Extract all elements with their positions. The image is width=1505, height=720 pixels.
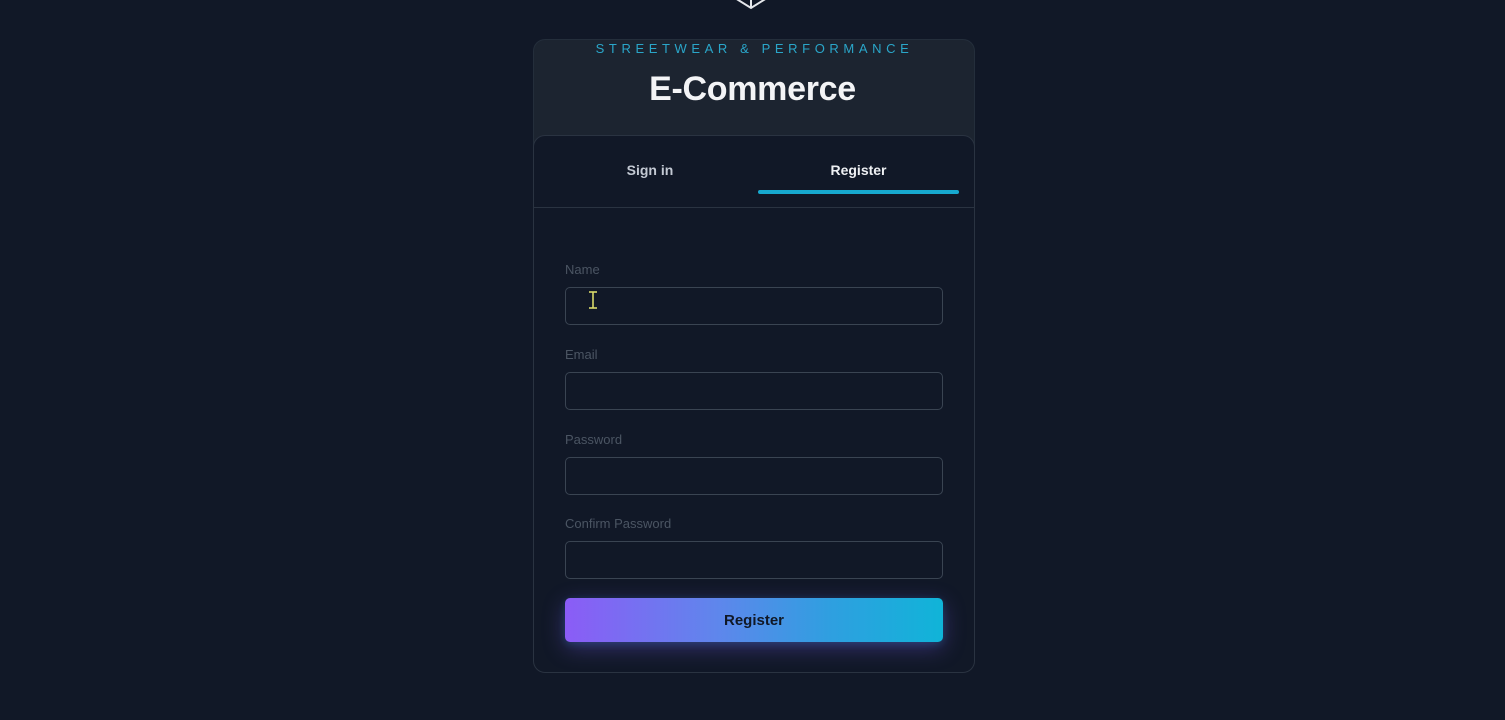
active-tab-indicator — [758, 190, 959, 194]
page-title: E-Commerce — [649, 70, 856, 108]
tab-sign-in[interactable]: Sign in — [550, 136, 750, 207]
password-input[interactable] — [565, 457, 943, 495]
register-button[interactable]: Register — [565, 598, 943, 642]
logo-icon — [736, 0, 766, 10]
password-label: Password — [565, 432, 623, 447]
tab-register[interactable]: Register — [758, 136, 959, 207]
name-label: Name — [565, 262, 600, 277]
brand-tagline: STREETWEAR & PERFORMANCE — [595, 41, 914, 56]
confirm-password-label: Confirm Password — [565, 516, 672, 531]
email-label: Email — [565, 347, 598, 362]
auth-card: Sign in Register Name Email Password Con… — [533, 135, 975, 673]
email-input[interactable] — [565, 372, 943, 410]
auth-tabs: Sign in Register — [534, 136, 974, 208]
confirm-password-input[interactable] — [565, 541, 943, 579]
text-cursor-icon — [589, 291, 597, 309]
name-input[interactable] — [565, 287, 943, 325]
